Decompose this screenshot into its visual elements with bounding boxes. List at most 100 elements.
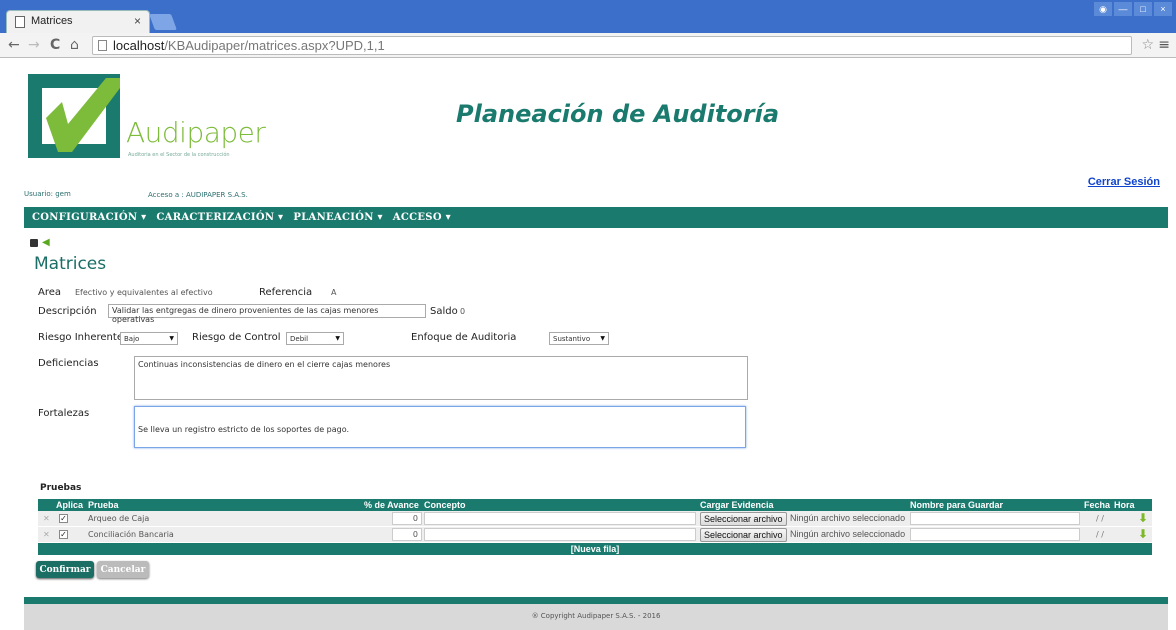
window-controls: ◉ — □ ×	[1094, 2, 1172, 16]
col-nombre-guardar: Nombre para Guardar	[910, 500, 1004, 510]
minimize-icon[interactable]: —	[1114, 2, 1132, 16]
save-icon[interactable]	[30, 239, 38, 247]
tab-title: Matrices	[31, 15, 73, 27]
riesgo-inherente-value: Bajo	[124, 334, 140, 343]
home-icon[interactable]: ⌂	[70, 37, 79, 53]
col-concepto: Concepto	[424, 500, 466, 510]
fecha-value: / /	[1096, 530, 1104, 539]
select-file-button[interactable]: Seleccionar archivo	[700, 512, 787, 526]
pruebas-table: Aplica Prueba % de Avance Concepto Carga…	[38, 499, 1152, 555]
enfoque-select[interactable]: Sustantivo ▼	[549, 332, 609, 345]
col-cargar-evidencia: Cargar Evidencia	[700, 500, 774, 510]
area-label: Area	[38, 287, 62, 298]
cancel-button[interactable]: Cancelar	[97, 561, 149, 578]
aplica-checkbox[interactable]: ✓	[59, 514, 68, 523]
new-tab-button[interactable]	[149, 14, 177, 30]
riesgo-control-value: Debil	[290, 334, 309, 343]
table-row: ✕ ✓ Arqueo de Caja 0 Seleccionar archivo…	[38, 511, 1152, 527]
deficiencias-label: Deficiencias	[38, 358, 99, 369]
forward-nav-icon[interactable]: →	[28, 37, 40, 53]
avance-input[interactable]: 0	[392, 512, 422, 525]
chevron-down-icon: ▼	[169, 335, 174, 342]
delete-row-icon[interactable]: ✕	[43, 514, 50, 523]
page-title: Planeación de Auditoría	[456, 100, 780, 128]
col-aplica: Aplica	[56, 500, 84, 510]
logo-tagline: Auditoria en el Sector de la construcció…	[128, 152, 230, 158]
reload-icon[interactable]: C	[50, 37, 60, 53]
nav-planeacion[interactable]: PLANEACIÓN ▾	[293, 212, 382, 223]
menu-icon[interactable]: ≡	[1158, 37, 1170, 53]
riesgo-inherente-label: Riesgo Inherente	[38, 332, 123, 343]
new-row-button[interactable]: [Nueva fila]	[38, 543, 1152, 555]
logout-link[interactable]: Cerrar Sesión	[1088, 176, 1160, 188]
riesgo-control-select[interactable]: Debil ▼	[286, 332, 344, 345]
confirm-button[interactable]: Confirmar	[36, 561, 94, 578]
nav-configuracion[interactable]: CONFIGURACIÓN ▾	[32, 212, 146, 223]
toolbar: ◀	[30, 238, 50, 248]
url-path: /KBAudipaper/matrices.aspx?UPD,1,1	[164, 38, 385, 53]
access-label: Acceso a :	[148, 191, 184, 199]
descripcion-input[interactable]: Validar las entgregas de dinero provenie…	[108, 304, 426, 324]
user-icon[interactable]: ◉	[1094, 2, 1112, 16]
address-bar-area: ← → C ⌂ localhost/KBAudipaper/matrices.a…	[0, 33, 1176, 58]
fortalezas-label: Fortalezas	[38, 408, 90, 419]
select-file-button[interactable]: Seleccionar archivo	[700, 528, 787, 542]
aplica-checkbox[interactable]: ✓	[59, 530, 68, 539]
chevron-down-icon: ▼	[335, 335, 340, 342]
logo-wordmark: Audipaper	[126, 116, 266, 149]
nav-caracterizacion[interactable]: CARACTERIZACIÓN ▾	[156, 212, 283, 223]
main-nav: CONFIGURACIÓN ▾ CARACTERIZACIÓN ▾ PLANEA…	[24, 207, 1168, 228]
descripcion-label: Descripción	[38, 306, 97, 317]
file-status: Ningún archivo seleccionado	[790, 513, 906, 523]
col-prueba: Prueba	[88, 500, 119, 510]
enfoque-value: Sustantivo	[553, 334, 591, 343]
footer: ® Copyright Audipaper S.A.S. - 2016	[24, 604, 1168, 630]
riesgo-inherente-select[interactable]: Bajo ▼	[120, 332, 178, 345]
section-title: Matrices	[34, 254, 107, 274]
nombre-guardar-input[interactable]	[910, 512, 1080, 525]
enfoque-label: Enfoque de Auditoria	[411, 332, 517, 343]
saldo-label: Saldo	[430, 306, 458, 317]
download-icon[interactable]: ⬇	[1138, 527, 1148, 541]
concepto-input[interactable]	[424, 512, 696, 525]
close-tab-icon[interactable]: ×	[134, 14, 141, 28]
fecha-value: / /	[1096, 514, 1104, 523]
page-content: Audipaper Auditoria en el Sector de la c…	[24, 58, 1168, 630]
prueba-name: Conciliación Bancaria	[88, 530, 174, 539]
concepto-input[interactable]	[424, 528, 696, 541]
col-hora: Hora	[1114, 500, 1135, 510]
deficiencias-textarea[interactable]: Continuas inconsistencias de dinero en e…	[134, 356, 748, 400]
access-value: AUDIPAPER S.A.S.	[185, 191, 248, 199]
table-row: ✕ ✓ Conciliación Bancaria 0 Seleccionar …	[38, 527, 1152, 543]
chevron-down-icon: ▼	[600, 335, 605, 342]
nav-acceso[interactable]: ACCESO ▾	[393, 212, 451, 223]
pruebas-label: Pruebas	[40, 483, 82, 493]
user-value: gem	[55, 190, 71, 198]
browser-titlebar: Matrices × ◉ — □ ×	[0, 0, 1176, 33]
close-window-icon[interactable]: ×	[1154, 2, 1172, 16]
bookmark-star-icon[interactable]: ☆	[1141, 37, 1154, 53]
download-icon[interactable]: ⬇	[1138, 511, 1148, 525]
delete-row-icon[interactable]: ✕	[43, 530, 50, 539]
browser-tab[interactable]: Matrices ×	[6, 10, 150, 33]
avance-input[interactable]: 0	[392, 528, 422, 541]
referencia-label: Referencia	[259, 287, 313, 298]
saldo-value: 0	[460, 307, 466, 316]
table-header: Aplica Prueba % de Avance Concepto Carga…	[38, 499, 1152, 511]
fortalezas-textarea[interactable]: Se lleva un registro estricto de los sop…	[134, 406, 746, 448]
col-avance: % de Avance	[364, 500, 419, 510]
url-host: localhost	[113, 38, 165, 53]
user-info: Usuario: gem	[24, 190, 71, 198]
area-value: Efectivo y equivalentes al efectivo	[75, 288, 213, 297]
access-info: Acceso a : AUDIPAPER S.A.S.	[148, 191, 248, 199]
col-fecha: Fecha	[1084, 500, 1111, 510]
back-nav-icon[interactable]: ←	[8, 37, 20, 53]
back-arrow-icon[interactable]: ◀	[42, 238, 50, 248]
footer-bar	[24, 597, 1168, 604]
maximize-icon[interactable]: □	[1134, 2, 1152, 16]
nombre-guardar-input[interactable]	[910, 528, 1080, 541]
riesgo-control-label: Riesgo de Control	[192, 332, 281, 343]
referencia-value: A	[331, 288, 337, 297]
audipaper-logo-icon	[28, 74, 120, 158]
url-input[interactable]: localhost/KBAudipaper/matrices.aspx?UPD,…	[92, 36, 1132, 55]
